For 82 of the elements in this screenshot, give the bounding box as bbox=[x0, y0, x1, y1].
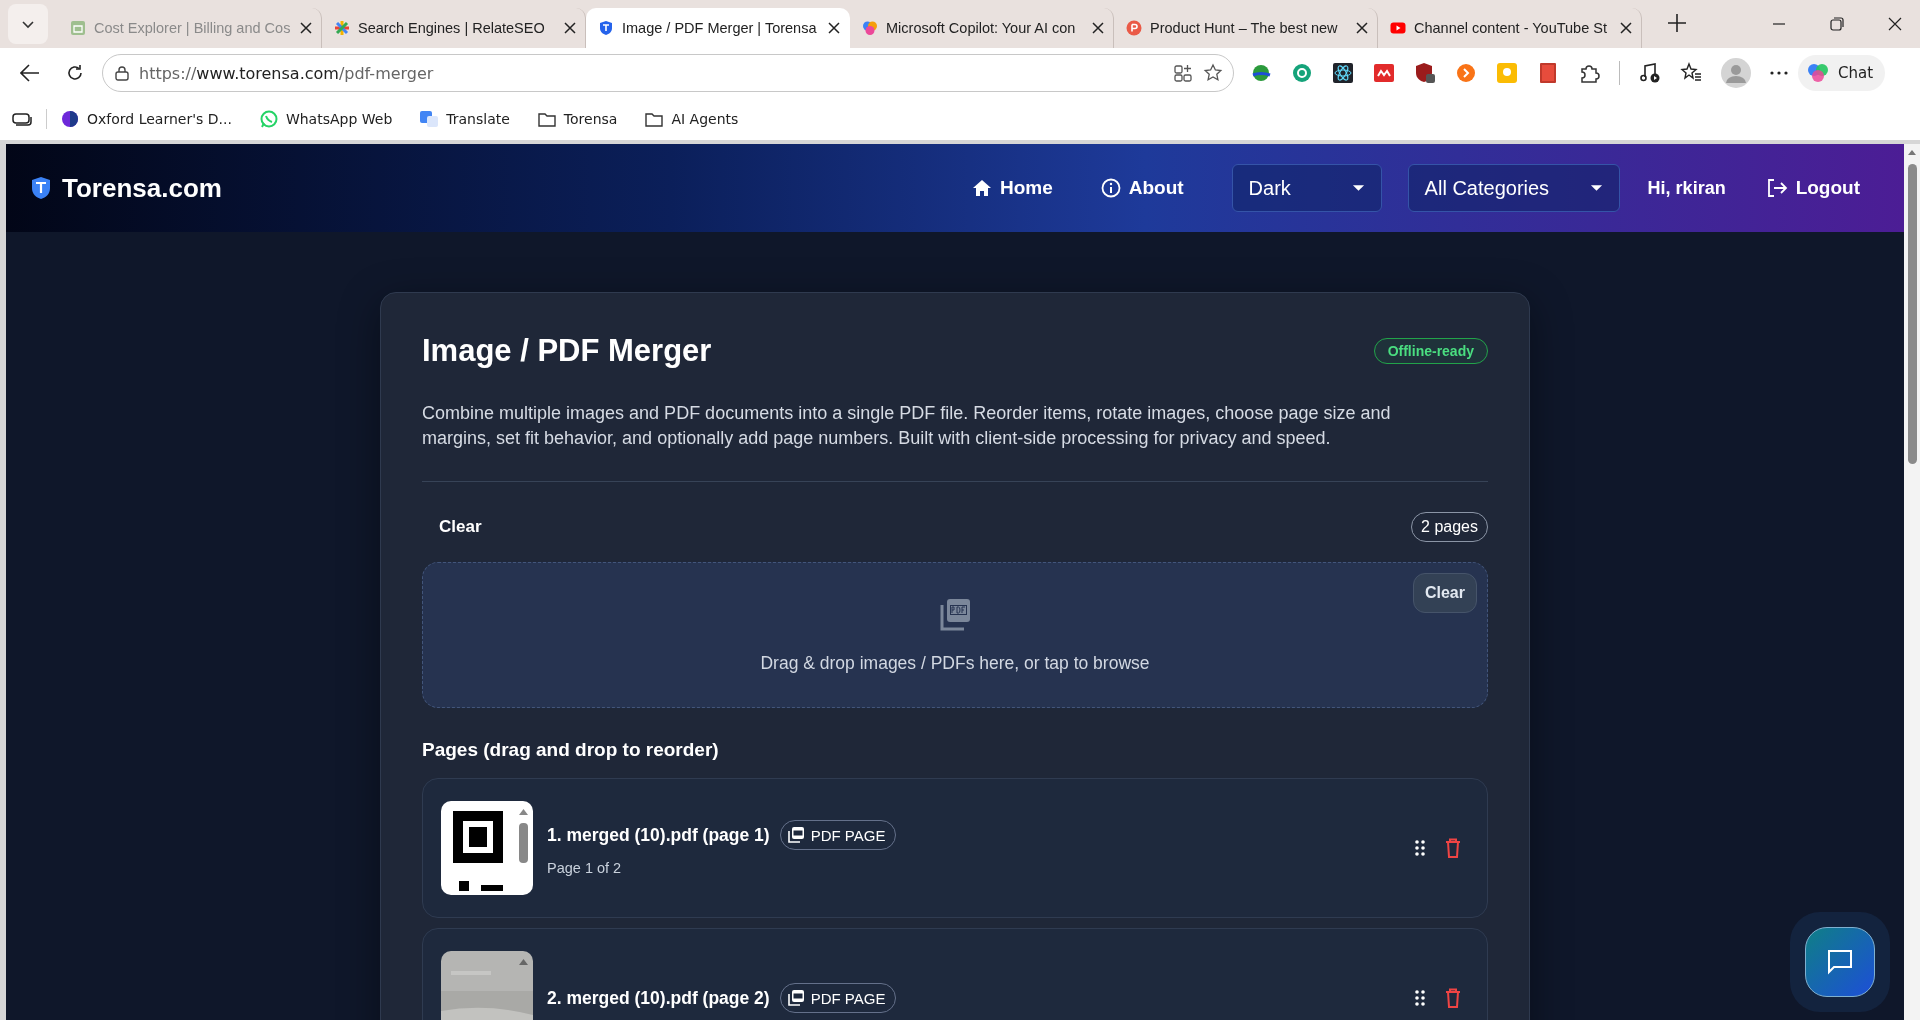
music-icon[interactable] bbox=[1639, 62, 1661, 84]
chat-bubble-icon bbox=[259, 110, 278, 128]
restore-icon[interactable] bbox=[1830, 17, 1844, 31]
close-icon[interactable] bbox=[827, 21, 841, 35]
close-icon[interactable] bbox=[299, 21, 313, 35]
file-name: 2. merged (10).pdf (page 2) bbox=[547, 987, 770, 1009]
file-name: 1. merged (10).pdf (page 1) bbox=[547, 824, 770, 846]
puzzle-icon[interactable] bbox=[1578, 62, 1600, 84]
tab-stack-icon[interactable] bbox=[12, 112, 32, 126]
split-screen-icon[interactable] bbox=[1173, 63, 1193, 83]
favorites-icon[interactable] bbox=[1680, 62, 1702, 84]
avatar-icon[interactable] bbox=[1721, 58, 1751, 88]
chat-button[interactable] bbox=[1805, 927, 1875, 997]
shield-icon bbox=[30, 176, 52, 200]
book-icon[interactable] bbox=[1537, 62, 1559, 84]
document-icon bbox=[70, 20, 86, 36]
description: Combine multiple images and PDF documents into a single PDF file. Reorder items, rotate images, choose page size and margins, set fit behavior, and optionally add page numbers. Built with client-side processing for privacy and speed. bbox=[422, 402, 1392, 450]
drag-handle-icon[interactable] bbox=[1415, 840, 1425, 856]
pdf-file-icon bbox=[938, 596, 972, 631]
close-icon[interactable] bbox=[1888, 17, 1902, 31]
theme-select[interactable]: Dark bbox=[1231, 164, 1382, 212]
logout-link[interactable]: Logout bbox=[1765, 177, 1860, 199]
pdf-file-icon bbox=[786, 826, 805, 844]
circle-icon[interactable] bbox=[1291, 62, 1313, 84]
nav-link[interactable]: Home bbox=[971, 177, 1053, 199]
greeting: Hi, rkiran bbox=[1647, 177, 1726, 199]
star-icon[interactable] bbox=[1203, 63, 1223, 83]
flower-icon bbox=[862, 20, 878, 36]
shield-icon[interactable] bbox=[1414, 62, 1436, 84]
clear-button[interactable]: Clear bbox=[429, 513, 492, 541]
square-icon[interactable] bbox=[1373, 62, 1395, 84]
home-icon bbox=[971, 178, 992, 198]
site-logo-text[interactable]: Torensa.com bbox=[62, 172, 222, 204]
section-heading: Pages (drag and drop to reorder) bbox=[422, 738, 720, 762]
info-icon bbox=[1100, 178, 1121, 198]
shield-icon bbox=[598, 20, 614, 36]
caret-icon bbox=[1589, 184, 1603, 192]
logout-icon bbox=[1765, 178, 1788, 198]
drop-zone[interactable]: Drag & drop images / PDFs here, or tap to browse Clear bbox=[422, 562, 1488, 708]
bookmark[interactable]: Torensa bbox=[537, 110, 618, 128]
drop-zone-text: Drag & drop images / PDFs here, or tap to browse bbox=[760, 652, 1150, 674]
back-arrow-icon[interactable] bbox=[20, 64, 40, 82]
bookmark[interactable]: Translate bbox=[420, 110, 510, 128]
page-title: Image / PDF Merger bbox=[422, 332, 712, 370]
reload-icon[interactable] bbox=[66, 64, 84, 82]
chat-button[interactable]: Chat bbox=[1798, 55, 1886, 91]
clear-button[interactable]: Clear bbox=[1412, 573, 1477, 613]
globe-icon[interactable] bbox=[1250, 62, 1272, 84]
trash-icon[interactable] bbox=[1445, 988, 1461, 1008]
circle-icon bbox=[61, 110, 79, 128]
lock-icon bbox=[115, 65, 129, 81]
bookmark[interactable]: WhatsApp Web bbox=[259, 110, 393, 128]
folder-icon bbox=[537, 110, 556, 128]
flower-icon bbox=[1806, 61, 1830, 85]
play-icon bbox=[1390, 20, 1406, 36]
scroll-up-icon[interactable] bbox=[1907, 148, 1917, 156]
chat-bubble-icon bbox=[1827, 949, 1853, 975]
scrollbar[interactable] bbox=[1904, 140, 1920, 1020]
caret-icon bbox=[1351, 184, 1365, 192]
close-icon[interactable] bbox=[1091, 21, 1105, 35]
scrollbar-thumb[interactable] bbox=[1907, 164, 1917, 464]
page-info: Page 1 of 2 bbox=[547, 860, 623, 876]
circle-icon bbox=[1126, 20, 1142, 36]
new-tab-icon[interactable] bbox=[1667, 13, 1687, 33]
bookmark[interactable]: AI Agents bbox=[645, 110, 739, 128]
pdf-file-icon bbox=[786, 989, 805, 1007]
close-icon[interactable] bbox=[563, 21, 577, 35]
nav-link[interactable]: About bbox=[1100, 177, 1184, 199]
close-icon[interactable] bbox=[1619, 21, 1633, 35]
sparkle-icon bbox=[334, 20, 350, 36]
bookmark[interactable]: Oxford Learner's D... bbox=[61, 110, 232, 128]
browser-tab[interactable]: Image / PDF Merger | Torensa bbox=[586, 8, 850, 48]
status-badge: Offline-ready bbox=[1373, 338, 1488, 364]
trash-icon[interactable] bbox=[1445, 838, 1461, 858]
circle-icon[interactable] bbox=[1455, 62, 1477, 84]
atom-icon[interactable] bbox=[1332, 62, 1354, 84]
translate-icon bbox=[420, 110, 439, 128]
folder-icon bbox=[645, 110, 664, 128]
category-select[interactable]: All Categories bbox=[1407, 164, 1620, 212]
drag-handle-icon[interactable] bbox=[1415, 990, 1425, 1006]
more-icon[interactable] bbox=[1770, 71, 1788, 75]
close-icon[interactable] bbox=[1355, 21, 1369, 35]
